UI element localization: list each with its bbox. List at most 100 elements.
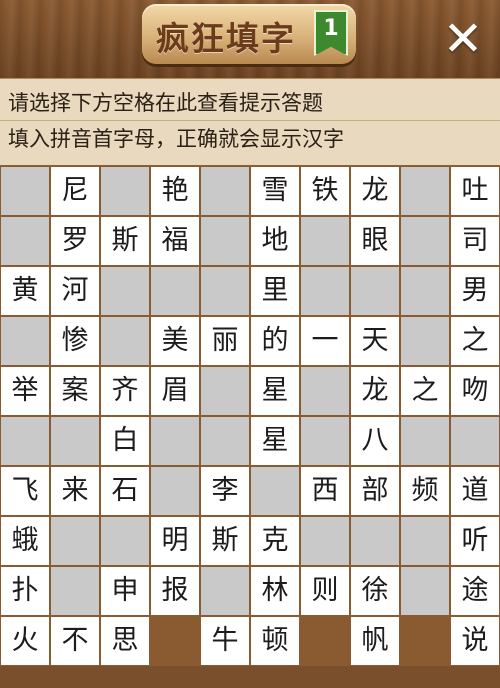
grid-cell-empty[interactable]: [301, 217, 349, 265]
level-badge: 1: [314, 10, 348, 56]
grid-cell-filled: 美: [151, 317, 199, 365]
grid-cell-empty[interactable]: [1, 167, 49, 215]
hint-text-line-1: 请选择下方空格在此查看提示答题: [8, 91, 323, 115]
grid-cell-filled: 吐: [451, 167, 499, 215]
grid-cell-wood: [401, 617, 449, 665]
grid-cell-filled: 明: [151, 517, 199, 565]
grid-cell-empty[interactable]: [451, 417, 499, 465]
grid-cell-empty[interactable]: [251, 467, 299, 515]
grid-cell-filled: 铁: [301, 167, 349, 215]
grid-cell-filled: 天: [351, 317, 399, 365]
grid-cell-empty[interactable]: [351, 267, 399, 315]
grid-cell-empty[interactable]: [401, 167, 449, 215]
grid-cell-empty[interactable]: [401, 317, 449, 365]
close-button[interactable]: ✕: [438, 14, 488, 64]
crossword-board: 尼艳雪铁龙吐罗斯福地眼司黄河里男惨美丽的一天之举案齐眉星龙之吻白星八飞来石李西部…: [0, 166, 500, 666]
grid-cell-filled: 艳: [151, 167, 199, 215]
grid-cell-empty[interactable]: [151, 467, 199, 515]
grid-cell-filled: 眉: [151, 367, 199, 415]
grid-cell-filled: 听: [451, 517, 499, 565]
grid-cell-filled: 则: [301, 567, 349, 615]
grid-cell-filled: 一: [301, 317, 349, 365]
grid-cell-filled: 飞: [1, 467, 49, 515]
grid-cell-empty[interactable]: [1, 217, 49, 265]
grid-cell-filled: 顿: [251, 617, 299, 665]
grid-cell-filled: 举: [1, 367, 49, 415]
grid-cell-empty[interactable]: [151, 267, 199, 315]
grid-cell-wood: [151, 617, 199, 665]
grid-cell-empty[interactable]: [101, 267, 149, 315]
grid-cell-empty[interactable]: [51, 567, 99, 615]
grid-cell-empty[interactable]: [201, 567, 249, 615]
grid-cell-empty[interactable]: [401, 217, 449, 265]
grid-cell-empty[interactable]: [401, 567, 449, 615]
grid-cell-wood: [301, 617, 349, 665]
grid-cell-filled: 李: [201, 467, 249, 515]
grid-cell-filled: 龙: [351, 367, 399, 415]
grid-cell-empty[interactable]: [401, 417, 449, 465]
grid-cell-filled: 途: [451, 567, 499, 615]
grid-cell-filled: 的: [251, 317, 299, 365]
grid-cell-filled: 福: [151, 217, 199, 265]
grid-cell-filled: 龙: [351, 167, 399, 215]
grid-cell-empty[interactable]: [101, 317, 149, 365]
grid-cell-filled: 来: [51, 467, 99, 515]
grid-cell-filled: 不: [51, 617, 99, 665]
grid-cell-empty[interactable]: [201, 217, 249, 265]
grid-cell-filled: 星: [251, 417, 299, 465]
title-plate: 疯狂填字 1: [142, 4, 356, 64]
grid-cell-empty[interactable]: [1, 417, 49, 465]
grid-cell-empty[interactable]: [301, 267, 349, 315]
grid-cell-filled: 频: [401, 467, 449, 515]
grid-cell-empty[interactable]: [401, 267, 449, 315]
hint-panel: 请选择下方空格在此查看提示答题 填入拼音首字母，正确就会显示汉字: [0, 78, 500, 167]
grid-cell-filled: 斯: [201, 517, 249, 565]
grid-cell-filled: 黄: [1, 267, 49, 315]
grid-cell-filled: 白: [101, 417, 149, 465]
grid-cell-filled: 尼: [51, 167, 99, 215]
grid-cell-filled: 帆: [351, 617, 399, 665]
grid-cell-empty[interactable]: [51, 517, 99, 565]
grid-cell-filled: 雪: [251, 167, 299, 215]
grid-cell-filled: 罗: [51, 217, 99, 265]
grid-cell-empty[interactable]: [101, 517, 149, 565]
grid-cell-filled: 惨: [51, 317, 99, 365]
grid-cell-filled: 石: [101, 467, 149, 515]
grid-cell-filled: 眼: [351, 217, 399, 265]
grid-cell-empty[interactable]: [201, 267, 249, 315]
grid-cell-empty[interactable]: [1, 317, 49, 365]
grid-cell-filled: 申: [101, 567, 149, 615]
grid-cell-empty[interactable]: [301, 417, 349, 465]
grid-cell-filled: 思: [101, 617, 149, 665]
grid-cell-filled: 齐: [101, 367, 149, 415]
grid-cell-empty[interactable]: [201, 417, 249, 465]
grid-cell-empty[interactable]: [401, 517, 449, 565]
grid-cell-empty[interactable]: [151, 417, 199, 465]
grid-cell-filled: 林: [251, 567, 299, 615]
grid-cell-filled: 道: [451, 467, 499, 515]
top-bar: 疯狂填字 1 ✕: [0, 0, 500, 78]
grid-cell-filled: 之: [451, 317, 499, 365]
grid-cell-filled: 火: [1, 617, 49, 665]
grid-cell-empty[interactable]: [201, 167, 249, 215]
grid-cell-filled: 牛: [201, 617, 249, 665]
grid-cell-filled: 蛾: [1, 517, 49, 565]
hint-text-line-2: 填入拼音首字母，正确就会显示汉字: [8, 127, 344, 151]
grid-cell-filled: 男: [451, 267, 499, 315]
grid-cell-filled: 河: [51, 267, 99, 315]
grid-cell-empty[interactable]: [201, 367, 249, 415]
grid-cell-filled: 司: [451, 217, 499, 265]
grid-cell-filled: 西: [301, 467, 349, 515]
grid-cell-filled: 案: [51, 367, 99, 415]
grid-cell-filled: 部: [351, 467, 399, 515]
grid-cell-filled: 八: [351, 417, 399, 465]
grid-cell-empty[interactable]: [301, 367, 349, 415]
grid-cell-empty[interactable]: [101, 167, 149, 215]
grid-cell-filled: 徐: [351, 567, 399, 615]
footer: [0, 666, 500, 688]
grid-cell-empty[interactable]: [351, 517, 399, 565]
grid-cell-empty[interactable]: [301, 517, 349, 565]
level-number: 1: [323, 16, 339, 41]
grid-cell-empty[interactable]: [51, 417, 99, 465]
grid-cell-filled: 斯: [101, 217, 149, 265]
